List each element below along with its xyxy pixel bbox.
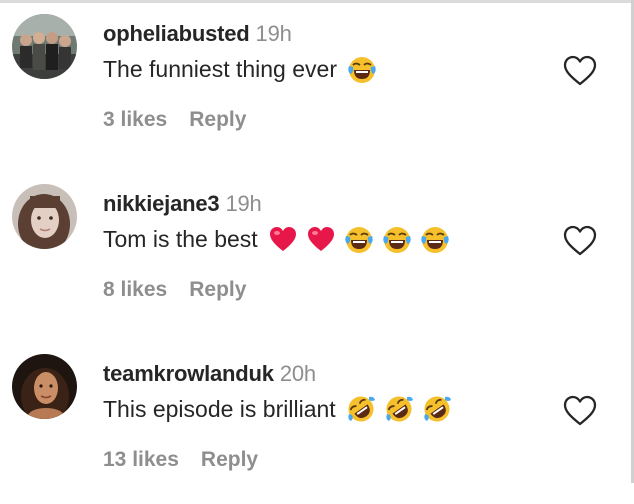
avatar[interactable] xyxy=(12,14,77,79)
timestamp[interactable]: 19h xyxy=(256,21,292,46)
group-photo-avatar xyxy=(12,14,77,79)
face-with-tears-of-joy-icon xyxy=(344,224,374,254)
heart-outline-icon xyxy=(563,395,597,426)
heart-outline-icon xyxy=(563,225,597,256)
comment-item: opheliabusted 19h The funniest thing ever… xyxy=(0,14,634,164)
top-border xyxy=(0,0,634,3)
avatar[interactable] xyxy=(12,354,77,419)
timestamp[interactable]: 20h xyxy=(280,361,316,386)
username-text[interactable]: opheliabusted xyxy=(103,21,250,46)
rolling-on-the-floor-laughing-icon xyxy=(422,394,452,424)
comment-body: This episode is brilliant xyxy=(103,394,460,424)
likes-count[interactable]: 13 likes xyxy=(103,448,179,471)
rolling-on-the-floor-laughing-icon xyxy=(384,394,414,424)
avatar[interactable] xyxy=(12,184,77,249)
timestamp[interactable]: 19h xyxy=(225,191,261,216)
like-button[interactable] xyxy=(562,224,598,258)
profile-photo-avatar xyxy=(12,184,77,249)
reply-button[interactable]: Reply xyxy=(201,448,258,471)
likes-count[interactable]: 8 likes xyxy=(103,278,167,301)
comment-text: This episode is brilliant xyxy=(103,395,336,422)
like-button[interactable] xyxy=(562,394,598,428)
comment-text: The funniest thing ever xyxy=(103,55,337,82)
comment-actions: 8 likes Reply xyxy=(103,278,246,302)
face-with-tears-of-joy-icon xyxy=(420,224,450,254)
profile-photo-avatar xyxy=(12,354,77,419)
comment-actions: 13 likes Reply xyxy=(103,448,258,472)
comment-text: Tom is the best xyxy=(103,225,258,252)
username[interactable]: opheliabusted 19h xyxy=(103,21,292,47)
face-with-tears-of-joy-icon xyxy=(347,54,377,84)
red-heart-icon xyxy=(268,224,298,254)
username-text[interactable]: teamkrowlanduk xyxy=(103,361,274,386)
comment-item: teamkrowlanduk 20h This episode is brilli… xyxy=(0,354,634,504)
likes-count[interactable]: 3 likes xyxy=(103,108,167,131)
comment-item: nikkiejane3 19h Tom is the best 8 likes … xyxy=(0,184,634,334)
comment-actions: 3 likes Reply xyxy=(103,108,246,132)
comment-body: Tom is the best xyxy=(103,224,458,254)
username[interactable]: nikkiejane3 19h xyxy=(103,191,262,217)
rolling-on-the-floor-laughing-icon xyxy=(346,394,376,424)
red-heart-icon xyxy=(306,224,336,254)
reply-button[interactable]: Reply xyxy=(189,278,246,301)
heart-outline-icon xyxy=(563,55,597,86)
username-text[interactable]: nikkiejane3 xyxy=(103,191,220,216)
reply-button[interactable]: Reply xyxy=(189,108,246,131)
face-with-tears-of-joy-icon xyxy=(382,224,412,254)
like-button[interactable] xyxy=(562,54,598,88)
comment-body: The funniest thing ever xyxy=(103,54,385,84)
username[interactable]: teamkrowlanduk 20h xyxy=(103,361,316,387)
